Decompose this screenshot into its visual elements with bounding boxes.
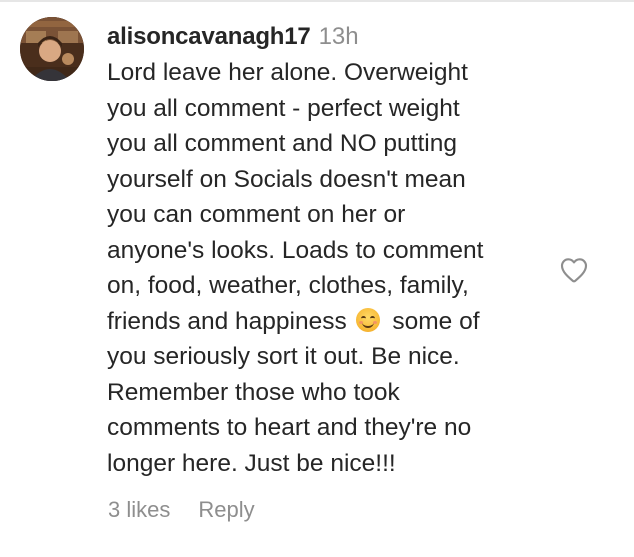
comment-line: Remember those who took: [107, 378, 400, 406]
smiling-face-emoji-icon: [355, 307, 380, 332]
comment-line-segment: some of: [392, 307, 480, 335]
comment-screen: alisoncavanagh17 13h Lord leave her alone…: [0, 0, 634, 557]
comment-line: longer here. Just be nice!!!: [107, 449, 396, 477]
comment-line-with-emoji: friends and happiness some of: [107, 304, 547, 340]
comment-actions: 3 likes Reply: [108, 497, 255, 523]
comment-line: you seriously sort it out. Be nice.: [107, 343, 460, 370]
comment-header: alisoncavanagh17 13h: [107, 19, 547, 55]
avatar[interactable]: [20, 17, 84, 81]
comment-line: anyone's looks. Loads to comment: [107, 236, 484, 264]
reply-button[interactable]: Reply: [198, 497, 254, 522]
comment-line: on, food, weather, clothes, family,: [107, 272, 469, 299]
comment-line: yourself on Socials doesn't mean: [107, 165, 466, 193]
avatar-photo: [20, 17, 84, 81]
comment-line: you can comment on her or: [107, 201, 406, 228]
likes-count[interactable]: 3 likes: [108, 497, 170, 522]
comment-line: Lord leave her alone. Overweight: [107, 59, 468, 86]
comment-item: alisoncavanagh17 13h Lord leave her alone…: [0, 0, 634, 557]
username[interactable]: alisoncavanagh17: [107, 23, 311, 50]
timestamp[interactable]: 13h: [319, 23, 359, 50]
comment-line-segment: friends and happiness: [107, 307, 347, 335]
heart-outline-icon: [560, 258, 588, 283]
comment-text: Lord leave her alone. Overweight you all…: [107, 55, 547, 481]
comment-body: alisoncavanagh17 13h Lord leave her alone…: [107, 19, 547, 481]
comment-line: you all comment and NO putting: [107, 130, 457, 157]
comment-line: comments to heart and they're no: [107, 414, 472, 441]
comment-line: you all comment - perfect weight: [107, 94, 460, 122]
like-button[interactable]: [558, 254, 590, 286]
